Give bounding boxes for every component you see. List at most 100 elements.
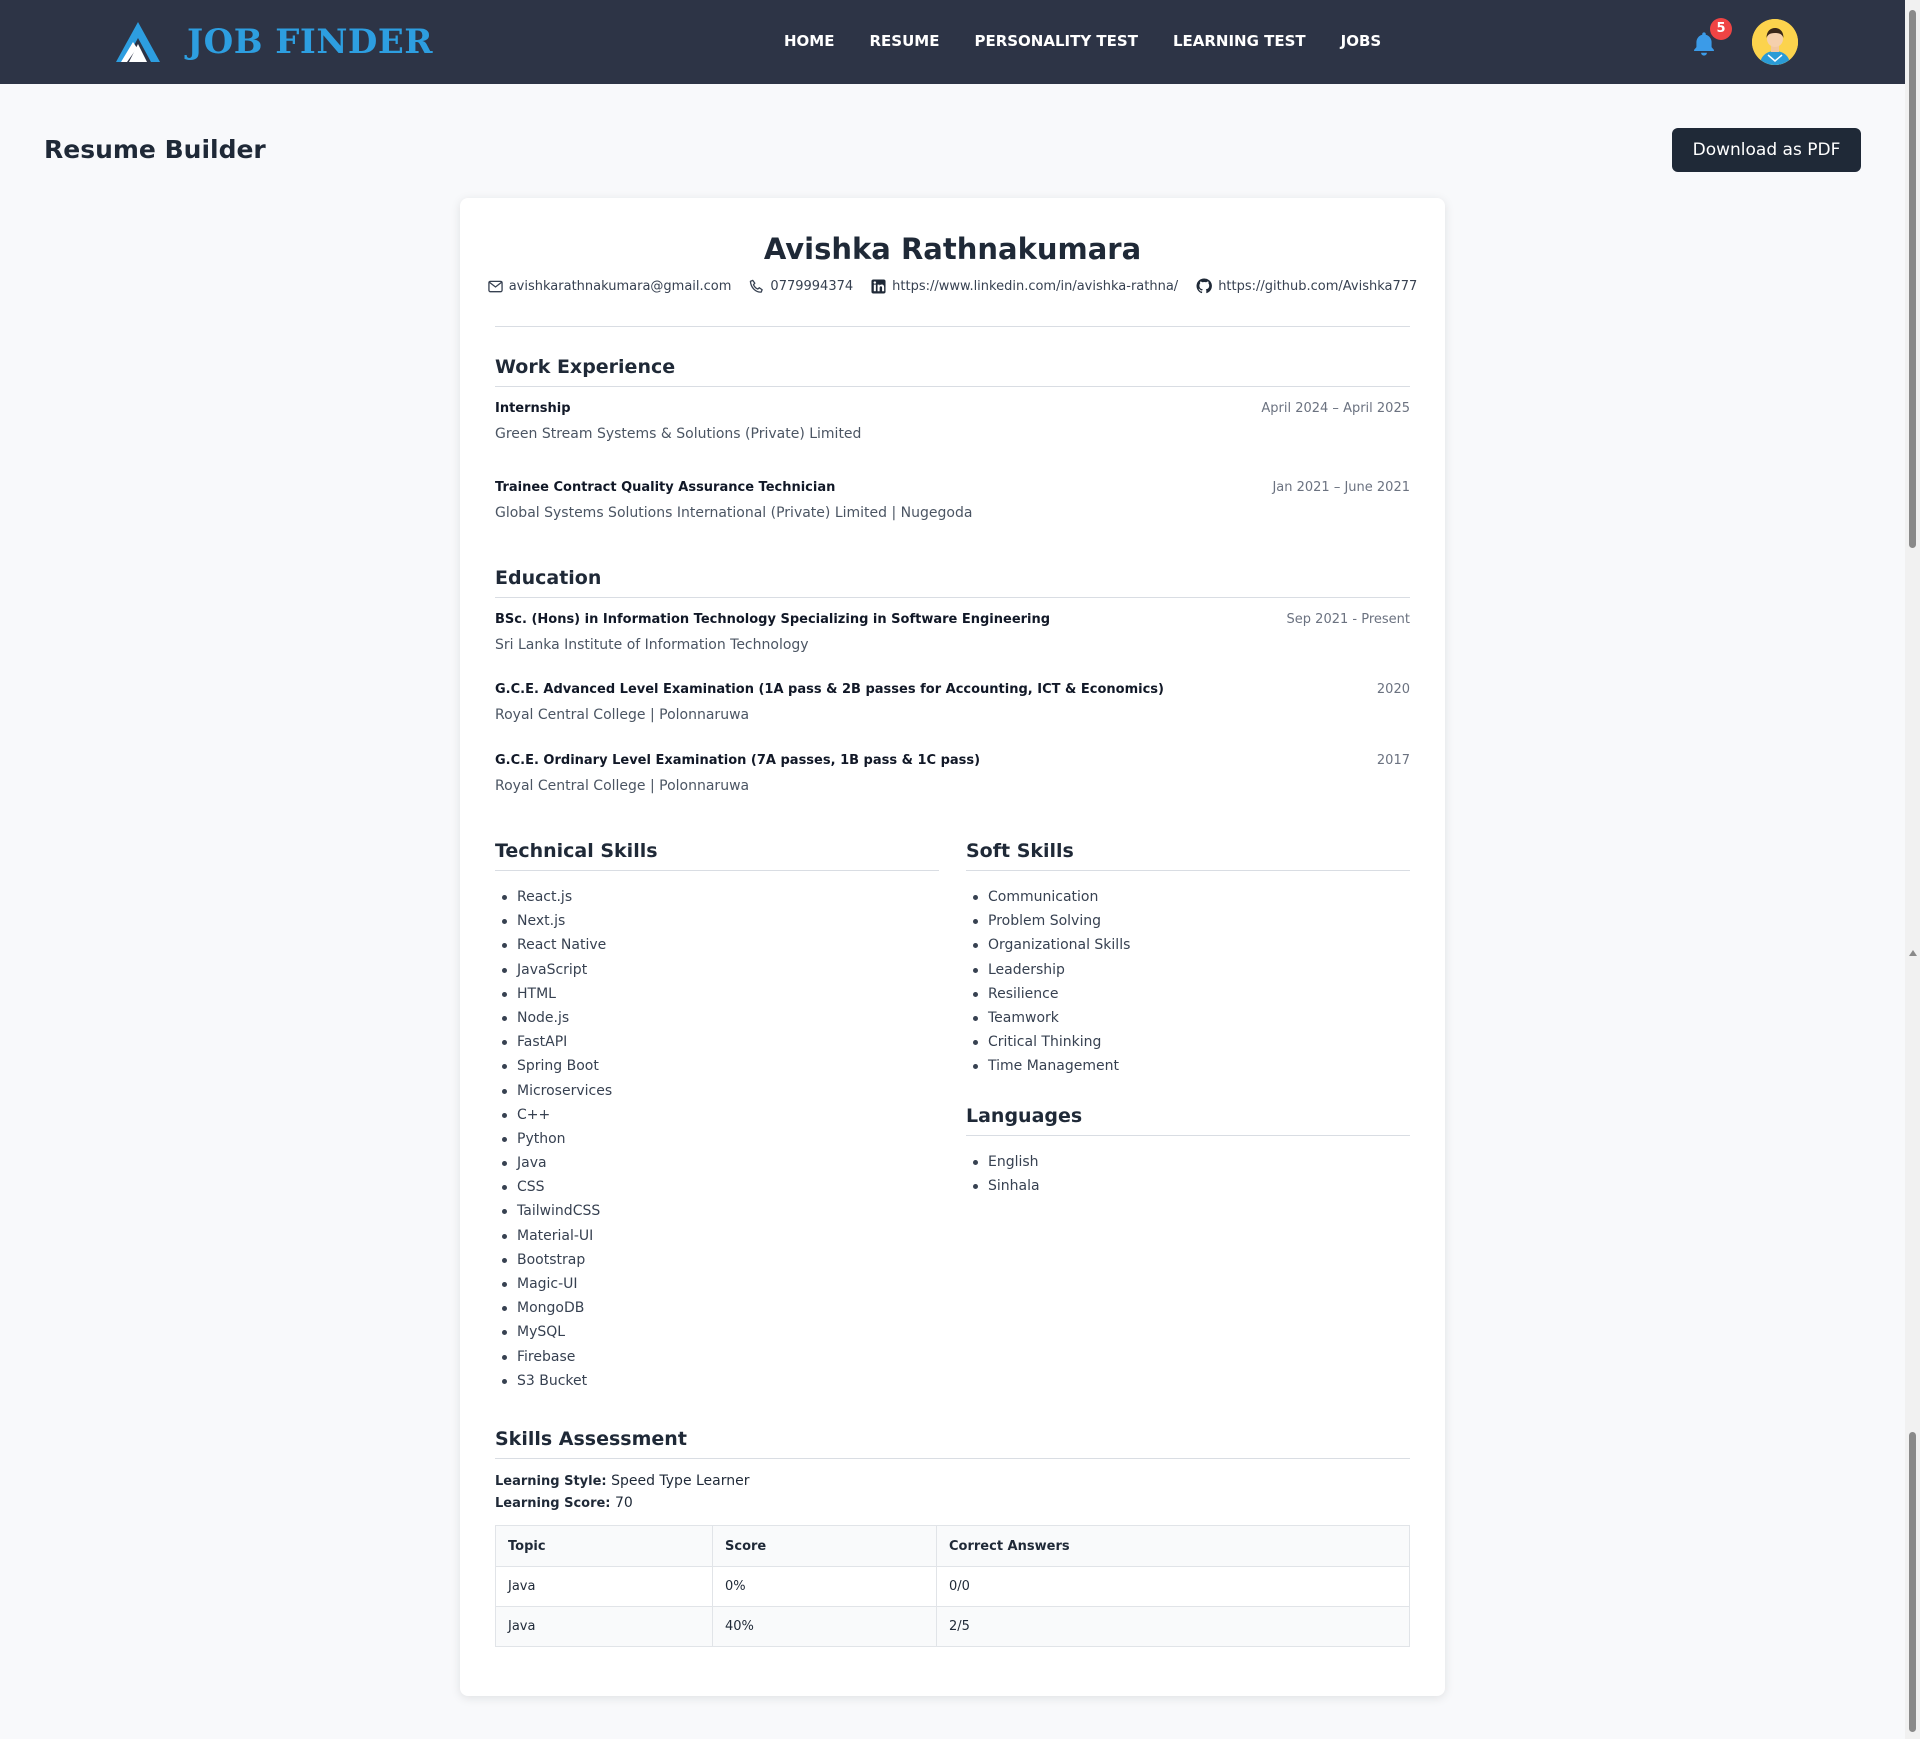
table-header-row: Topic Score Correct Answers <box>495 1525 1410 1567</box>
topic-cell: Java <box>495 1566 713 1607</box>
brand-name: JOB FINDER <box>187 22 434 62</box>
technical-skill-item: Microservices <box>495 1079 939 1103</box>
technical-skill-item: C++ <box>495 1103 939 1127</box>
nav-link-home[interactable]: HOME <box>784 32 834 50</box>
avatar[interactable] <box>1752 19 1798 65</box>
table-row: Java 40% 2/5 <box>495 1606 1410 1647</box>
learning-style: Learning Style: Speed Type Learner <box>495 1473 1410 1489</box>
logo-icon <box>116 22 160 62</box>
scrollbar-thumb-lower[interactable] <box>1909 1432 1916 1732</box>
education-section: Education BSc. (Hons) in Information Tec… <box>495 567 1410 794</box>
soft-skill-item: Organizational Skills <box>966 933 1410 957</box>
technical-skill-item: HTML <box>495 982 939 1006</box>
soft-skills-title: Soft Skills <box>966 840 1410 871</box>
score-cell: 40% <box>712 1606 937 1647</box>
navbar: JOB FINDER HOME RESUME PERSONALITY TEST … <box>0 0 1905 84</box>
technical-skill-item: Material-UI <box>495 1224 939 1248</box>
contact-phone[interactable]: 0779994374 <box>749 278 853 294</box>
nav-link-personality-test[interactable]: PERSONALITY TEST <box>974 32 1137 50</box>
degree-title: G.C.E. Ordinary Level Examination (7A pa… <box>495 753 981 768</box>
soft-skill-item: Communication <box>966 885 1410 909</box>
soft-skill-item: Time Management <box>966 1054 1410 1078</box>
page-title: Resume Builder <box>44 135 266 164</box>
email-text: avishkarathnakumara@gmail.com <box>508 278 732 294</box>
technical-skills-list: React.js Next.js React Native JavaScript HTM… <box>495 885 939 1393</box>
technical-skill-item: FastAPI <box>495 1030 939 1054</box>
technical-skill-item: Firebase <box>495 1345 939 1369</box>
technical-skill-item: Node.js <box>495 1006 939 1030</box>
score-cell: 0% <box>712 1566 937 1607</box>
technical-skill-item: S3 Bucket <box>495 1369 939 1393</box>
contact-linkedin[interactable]: https://www.linkedin.com/in/avishka-rath… <box>871 278 1178 294</box>
mail-icon <box>487 280 503 292</box>
technical-skill-item: Java <box>495 1151 939 1175</box>
notification-badge: 5 <box>1710 18 1732 40</box>
scrollbar-thumb[interactable] <box>1909 10 1916 548</box>
correct-answers-cell: 0/0 <box>936 1566 1410 1607</box>
school-name: Royal Central College | Polonnaruwa <box>495 778 750 794</box>
soft-skill-item: Leadership <box>966 958 1410 982</box>
job-date: Jan 2021 – June 2021 <box>1272 480 1410 495</box>
learning-score-label: Learning Score: <box>495 1496 611 1511</box>
soft-skill-item: Problem Solving <box>966 909 1410 933</box>
brand-logo[interactable]: JOB FINDER <box>113 20 433 64</box>
technical-skill-item: MongoDB <box>495 1296 939 1320</box>
degree-title: G.C.E. Advanced Level Examination (1A pa… <box>495 682 1164 697</box>
technical-skill-item: Next.js <box>495 909 939 933</box>
degree-date: Sep 2021 - Present <box>1286 612 1410 627</box>
contact-email[interactable]: avishkarathnakumara@gmail.com <box>487 278 732 294</box>
learning-style-label: Learning Style: <box>495 1474 607 1489</box>
work-experience-title: Work Experience <box>495 356 1410 387</box>
github-text: https://github.com/Avishka777 <box>1218 278 1418 294</box>
education-entry: BSc. (Hons) in Information Technology Sp… <box>495 612 1410 682</box>
soft-skill-item: Resilience <box>966 982 1410 1006</box>
language-item: Sinhala <box>966 1174 1410 1198</box>
skills-assessment-section: Skills Assessment Learning Style: Speed … <box>495 1428 1410 1647</box>
column-header-correct-answers: Correct Answers <box>936 1525 1410 1567</box>
technical-skill-item: React Native <box>495 933 939 957</box>
nav-link-jobs[interactable]: JOBS <box>1341 32 1382 50</box>
column-header-topic: Topic <box>495 1525 713 1567</box>
scroll-up-arrow-icon[interactable] <box>1909 950 1917 956</box>
soft-skills-section: Soft Skills Communication Problem Solving… <box>966 840 1410 1079</box>
user-avatar-icon <box>1752 19 1798 65</box>
work-entry: Trainee Contract Quality Assurance Techn… <box>495 480 1410 521</box>
work-experience-section: Work Experience Internship April 2024 – … <box>495 356 1410 521</box>
technical-skill-item: Python <box>495 1127 939 1151</box>
technical-skill-item: React.js <box>495 885 939 909</box>
job-company: Green Stream Systems & Solutions (Privat… <box>495 426 862 442</box>
language-item: English <box>966 1150 1410 1174</box>
nav-link-learning-test[interactable]: LEARNING TEST <box>1173 32 1306 50</box>
linkedin-icon <box>871 278 886 294</box>
learning-score-value: 70 <box>614 1495 633 1511</box>
column-header-score: Score <box>712 1525 937 1567</box>
technical-skill-item: Spring Boot <box>495 1054 939 1078</box>
page-scrollbar[interactable] <box>1905 0 1920 1739</box>
soft-skill-item: Teamwork <box>966 1006 1410 1030</box>
languages-title: Languages <box>966 1105 1410 1136</box>
education-title: Education <box>495 567 1410 598</box>
technical-skill-item: Magic-UI <box>495 1272 939 1296</box>
languages-section: Languages English Sinhala <box>966 1105 1410 1198</box>
learning-score: Learning Score: 70 <box>495 1495 1410 1511</box>
school-name: Sri Lanka Institute of Information Techn… <box>495 637 809 653</box>
soft-skill-item: Critical Thinking <box>966 1030 1410 1054</box>
work-entry: Internship April 2024 – April 2025 Green… <box>495 401 1410 480</box>
technical-skill-item: JavaScript <box>495 958 939 982</box>
linkedin-text: https://www.linkedin.com/in/avishka-rath… <box>892 278 1179 294</box>
phone-icon <box>750 279 764 293</box>
resume-name: Avishka Rathnakumara <box>763 232 1142 266</box>
technical-skill-item: CSS <box>495 1175 939 1199</box>
contact-info: avishkarathnakumara@gmail.com 0779994374… <box>460 278 1445 294</box>
nav-link-resume[interactable]: RESUME <box>869 32 939 50</box>
job-date: April 2024 – April 2025 <box>1261 401 1410 416</box>
download-pdf-button[interactable]: Download as PDF <box>1672 128 1861 172</box>
school-name: Royal Central College | Polonnaruwa <box>495 707 750 723</box>
technical-skills-section: Technical Skills React.js Next.js React Na… <box>495 840 939 1393</box>
technical-skills-title: Technical Skills <box>495 840 939 871</box>
contact-github[interactable]: https://github.com/Avishka777 <box>1196 278 1417 294</box>
github-icon <box>1196 278 1213 294</box>
degree-date: 2020 <box>1376 682 1410 697</box>
job-company: Global Systems Solutions International (… <box>495 505 973 521</box>
technical-skill-item: MySQL <box>495 1320 939 1344</box>
